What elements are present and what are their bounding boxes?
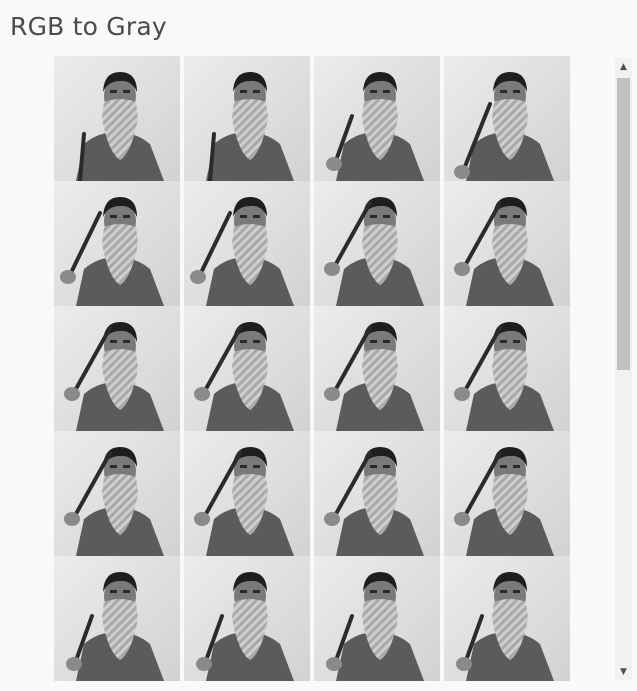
grayscale-frame xyxy=(314,56,440,181)
grayscale-frame xyxy=(444,556,570,681)
grayscale-frame xyxy=(54,56,180,181)
grayscale-frame xyxy=(184,556,310,681)
grayscale-frame xyxy=(314,556,440,681)
grayscale-frame xyxy=(184,306,310,431)
grayscale-frame-grid xyxy=(54,56,570,691)
grayscale-frame xyxy=(314,306,440,431)
grayscale-frame xyxy=(444,431,570,556)
grayscale-frame xyxy=(444,181,570,306)
gallery-viewport[interactable] xyxy=(0,56,637,691)
grayscale-frame xyxy=(314,431,440,556)
triangle-up-icon[interactable]: ▲ xyxy=(615,58,632,75)
grayscale-frame xyxy=(444,56,570,181)
grayscale-frame xyxy=(184,56,310,181)
grayscale-frame xyxy=(54,181,180,306)
scrollbar-thumb[interactable] xyxy=(617,78,630,370)
vertical-scrollbar[interactable]: ▲ ▼ xyxy=(615,58,632,680)
page-title: RGB to Gray xyxy=(10,12,167,41)
grayscale-frame xyxy=(54,556,180,681)
triangle-down-icon[interactable]: ▼ xyxy=(615,663,632,680)
grayscale-frame xyxy=(184,431,310,556)
grayscale-frame xyxy=(314,181,440,306)
grayscale-frame xyxy=(184,181,310,306)
grayscale-frame xyxy=(54,431,180,556)
grayscale-frame xyxy=(444,306,570,431)
grayscale-frame xyxy=(54,306,180,431)
